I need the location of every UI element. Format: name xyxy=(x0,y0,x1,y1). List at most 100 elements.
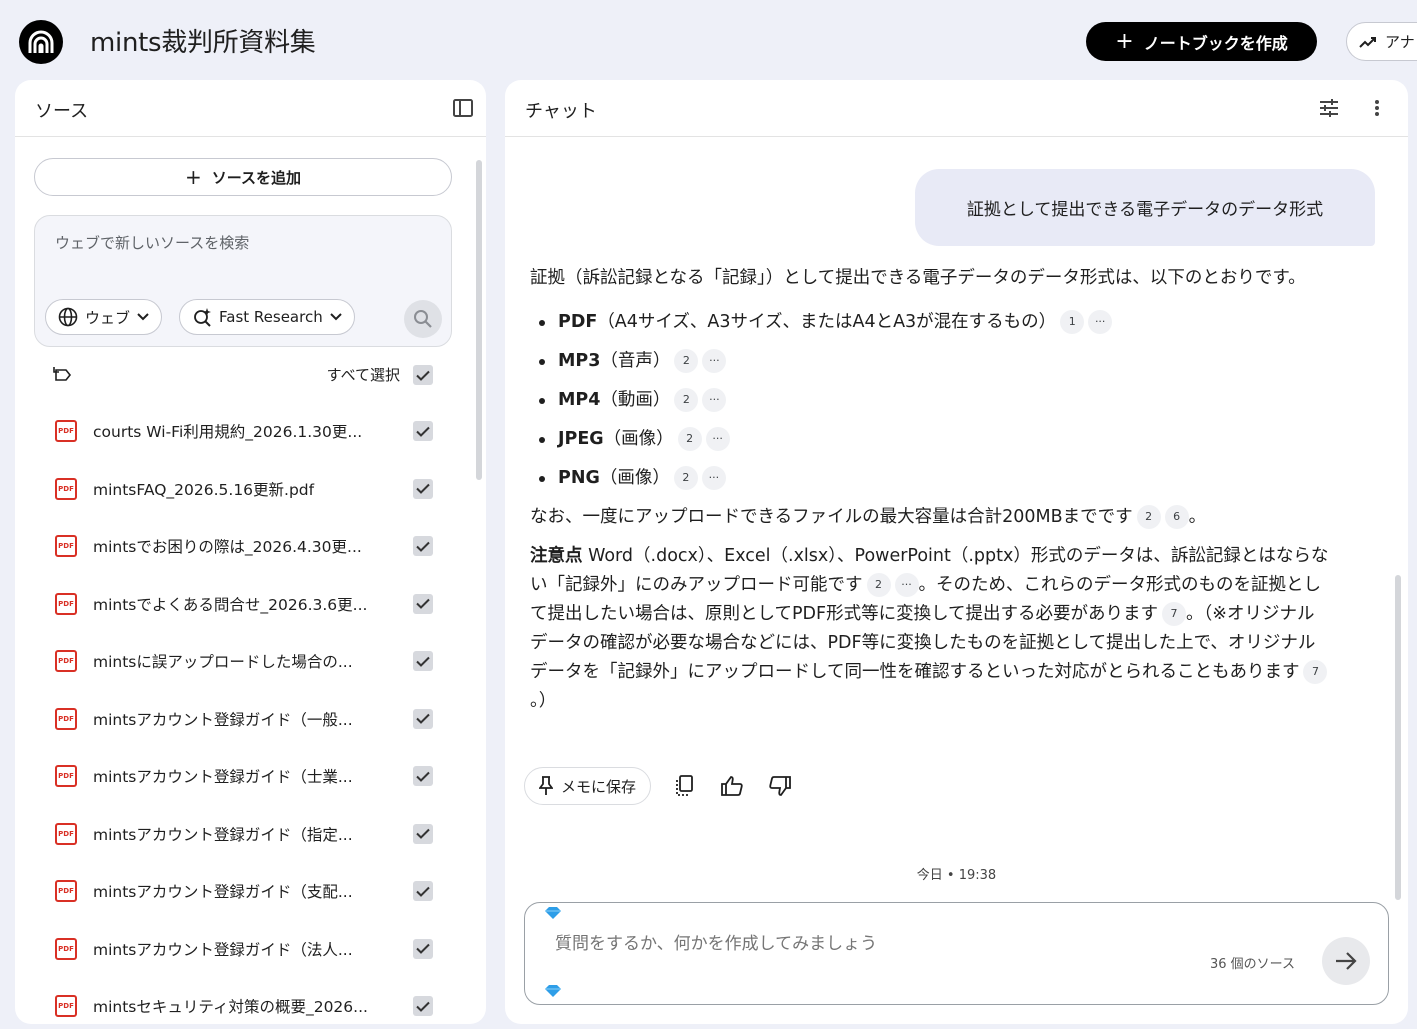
sync-icon xyxy=(53,367,72,381)
checkmark-icon xyxy=(416,1001,430,1012)
sources-panel: ソース + ソースを追加 ウェブで新しいソースを検索 ウェブ Fast Rese… xyxy=(15,80,486,1024)
citation-badge[interactable]: 7 xyxy=(1162,602,1187,626)
thumbs-down-button[interactable] xyxy=(765,771,795,801)
citation-badge[interactable]: 7 xyxy=(1303,660,1328,684)
source-checkbox[interactable] xyxy=(413,593,433,614)
source-list-item[interactable]: PDF mintsアカウント登録ガイド（士業... xyxy=(15,749,475,807)
pdf-icon: PDF xyxy=(55,707,77,730)
collapse-panel-button[interactable] xyxy=(451,96,475,120)
create-notebook-label: ノートブックを作成 xyxy=(1143,33,1288,53)
copy-icon xyxy=(676,775,693,796)
citation-more-badge[interactable]: ··· xyxy=(702,388,727,412)
source-checkbox[interactable] xyxy=(413,536,433,556)
format-name: MP4 xyxy=(558,390,601,410)
citation-badge[interactable]: 6 xyxy=(1164,505,1189,529)
sidebar-toggle-icon xyxy=(453,99,473,117)
add-source-button[interactable]: + ソースを追加 xyxy=(34,158,452,196)
source-list-item[interactable]: PDF mintsアカウント登録ガイド（法人... xyxy=(15,922,475,980)
source-list-item[interactable]: PDF courts Wi-Fi利用規約_2026.1.30更... xyxy=(15,404,475,462)
format-list: PDF（A4サイズ、A3サイズ、またはA4とA3が混在するもの） 1 ··· MP3（… xyxy=(530,303,1330,498)
chat-scrollbar[interactable] xyxy=(1395,575,1401,900)
source-list-item[interactable]: PDF mintsに誤アップロードした場合の... xyxy=(15,634,475,692)
source-checkbox[interactable] xyxy=(413,938,433,959)
save-to-note-button[interactable]: メモに保存 xyxy=(524,767,652,805)
citation-badge[interactable]: 2 xyxy=(677,427,702,451)
top-bar: mints裁判所資料集 + ノートブックを作成 アナ xyxy=(0,0,1417,80)
source-list-item[interactable]: PDF mintsアカウント登録ガイド（一般... xyxy=(15,692,475,750)
source-name: mintsセキュリティ対策の概要_2026... xyxy=(93,998,368,1016)
source-list-item[interactable]: PDF mintsアカウント登録ガイド（指定... xyxy=(15,807,475,865)
pdf-icon: PDF xyxy=(55,880,77,902)
thumbs-up-button[interactable] xyxy=(717,771,747,801)
chat-header: チャット xyxy=(505,80,1408,137)
source-checkbox[interactable] xyxy=(413,421,433,441)
copy-button[interactable] xyxy=(669,771,699,801)
arrow-right-icon xyxy=(1336,952,1357,970)
search-submit-button[interactable] xyxy=(404,300,442,338)
send-button[interactable] xyxy=(1322,937,1370,985)
web-source-search[interactable]: ウェブで新しいソースを検索 ウェブ Fast Research xyxy=(34,215,452,347)
refresh-sources-button[interactable] xyxy=(51,364,75,386)
citation-badge[interactable]: 2 xyxy=(674,349,699,373)
source-list-item[interactable]: PDF mintsアカウント登録ガイド（支配... xyxy=(15,864,475,922)
trending-up-icon xyxy=(1359,36,1376,48)
format-detail: （画像） xyxy=(603,429,674,449)
source-checkbox[interactable] xyxy=(413,651,433,671)
more-options-button[interactable] xyxy=(1365,96,1389,120)
chat-input[interactable]: 質問をするか、何かを作成してみましょう 36 個のソース xyxy=(524,902,1389,1005)
chevron-down-icon xyxy=(330,313,342,321)
source-list-item[interactable]: PDF mintsFAQ_2026.5.16更新.pdf xyxy=(15,462,475,520)
pdf-icon: PDF xyxy=(55,535,77,557)
sources-scrollbar[interactable] xyxy=(476,160,482,480)
period: 。 xyxy=(1188,507,1207,527)
assistant-answer: 証拠（訴訟記録となる「記録」）として提出できる電子データのデータ形式は、以下のと… xyxy=(530,264,1330,716)
plus-icon: + xyxy=(1115,28,1134,54)
citation-more-badge[interactable]: ··· xyxy=(705,427,730,451)
source-name: mintsアカウント登録ガイド（支配... xyxy=(93,883,353,901)
app-logo[interactable] xyxy=(19,20,63,64)
caution-label: 注意点 xyxy=(530,546,583,566)
thumbs-up-icon xyxy=(721,776,743,796)
gem-icon xyxy=(545,907,561,919)
create-notebook-button[interactable]: + ノートブックを作成 xyxy=(1086,22,1317,61)
checkmark-icon xyxy=(416,370,430,381)
citation-badge[interactable]: 1 xyxy=(1060,310,1085,334)
citation-more-badge[interactable]: ··· xyxy=(894,573,919,597)
source-checkbox[interactable] xyxy=(413,881,433,901)
citation-badge[interactable]: 2 xyxy=(674,388,699,412)
research-mode-chip[interactable]: Fast Research xyxy=(179,299,355,335)
citation-badge[interactable]: 2 xyxy=(1136,505,1161,529)
web-chip[interactable]: ウェブ xyxy=(45,299,163,335)
citation-more-badge[interactable]: ··· xyxy=(701,466,726,490)
source-checkbox[interactable] xyxy=(413,708,433,729)
source-list-item[interactable]: PDF mintsでよくある問合せ_2026.3.6更... xyxy=(15,577,475,635)
research-chip-label: Fast Research xyxy=(219,308,323,326)
source-list-item[interactable]: PDF mintsセキュリティ対策の概要_2026... xyxy=(15,979,475,1024)
citation-more-badge[interactable]: ··· xyxy=(1088,310,1113,334)
source-checkbox[interactable] xyxy=(413,823,433,844)
notebook-title[interactable]: mints裁判所資料集 xyxy=(90,22,316,59)
analytics-button[interactable]: アナ xyxy=(1346,22,1417,61)
source-name: courts Wi-Fi利用規約_2026.1.30更... xyxy=(93,423,363,441)
source-checkbox[interactable] xyxy=(413,996,433,1016)
pin-icon xyxy=(539,776,553,795)
citation-badge[interactable]: 2 xyxy=(866,573,891,597)
select-all-row: すべて選択 xyxy=(15,360,486,390)
checkmark-icon xyxy=(416,771,430,782)
select-all-checkbox[interactable] xyxy=(413,365,433,385)
source-name: mintsに誤アップロードした場合の... xyxy=(93,653,353,671)
citation-badge[interactable]: 2 xyxy=(673,466,698,490)
checkmark-icon xyxy=(416,943,430,954)
web-chip-label: ウェブ xyxy=(85,308,131,327)
pdf-icon: PDF xyxy=(55,420,77,442)
save-to-note-label: メモに保存 xyxy=(561,777,637,796)
source-checkbox[interactable] xyxy=(413,478,433,499)
source-checkbox[interactable] xyxy=(413,766,433,786)
citation-more-badge[interactable]: ··· xyxy=(702,349,727,373)
source-name: mintsFAQ_2026.5.16更新.pdf xyxy=(93,480,315,499)
sources-header: ソース xyxy=(15,80,486,137)
format-list-item: PNG（画像） 2 ··· xyxy=(530,459,1330,498)
source-name: mintsアカウント登録ガイド（法人... xyxy=(93,940,353,959)
source-list-item[interactable]: PDF mintsでお困りの際は_2026.4.30更... xyxy=(15,519,475,577)
chat-settings-button[interactable] xyxy=(1317,96,1341,120)
